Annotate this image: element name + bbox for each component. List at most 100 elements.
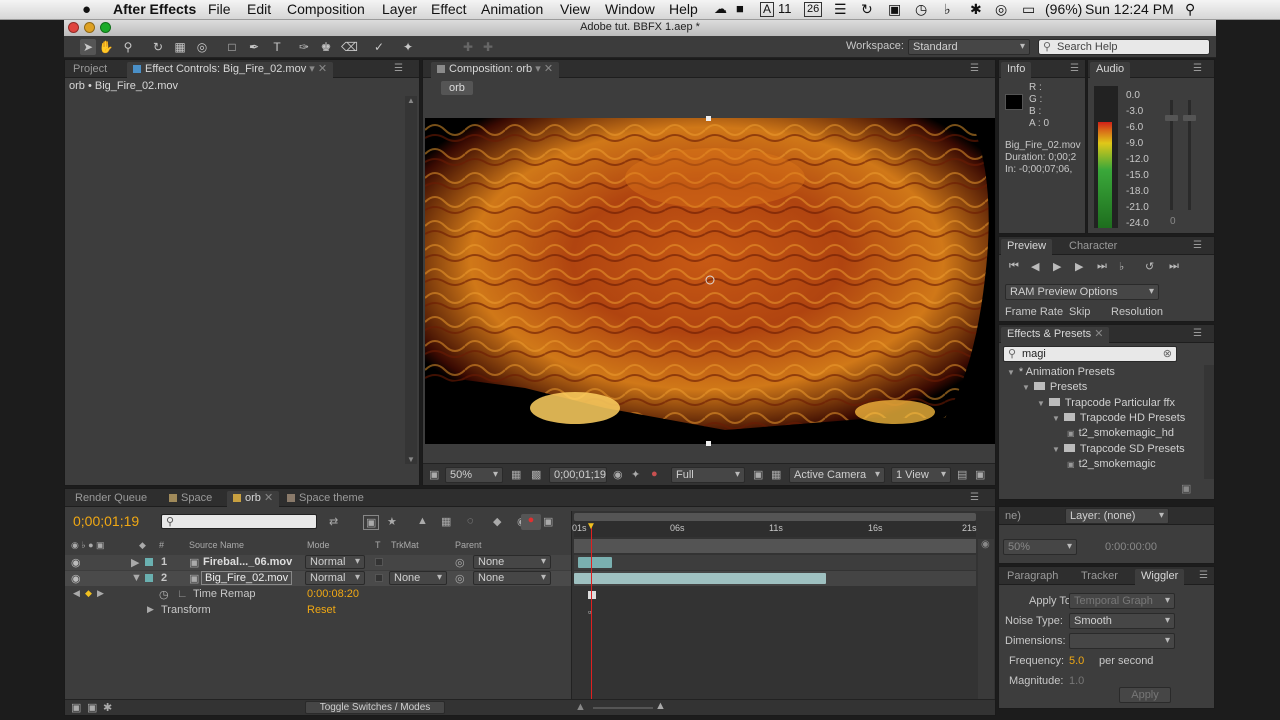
next-frame-icon[interactable]: ▶: [1075, 260, 1083, 273]
wifi-icon[interactable]: ◎: [995, 1, 1007, 18]
layer-name[interactable]: Big_Fire_02.mov: [201, 571, 293, 585]
user-icon[interactable]: ■: [736, 1, 744, 16]
roto-brush-tool-icon[interactable]: ✓: [371, 39, 387, 55]
calendar-badge[interactable]: 26: [804, 2, 823, 17]
keyframe-marker-icon[interactable]: ▫: [588, 607, 596, 617]
panel-menu-icon[interactable]: ☰: [394, 63, 403, 74]
panel-menu-icon[interactable]: ☰: [1193, 63, 1202, 74]
preset-file-icon[interactable]: ▣: [1067, 429, 1075, 438]
zoom-tool-icon[interactable]: ⚲: [120, 39, 136, 55]
layer-2-duration-bar[interactable]: [574, 573, 826, 584]
tab-wiggler[interactable]: Wiggler: [1135, 569, 1185, 585]
bottom-anchor-handle[interactable]: [706, 441, 711, 446]
status-icon[interactable]: ☁: [714, 1, 727, 17]
type-tool-icon[interactable]: T: [269, 39, 285, 55]
play-icon[interactable]: ▶: [1053, 260, 1061, 273]
preset-tree-item[interactable]: ▼ Trapcode Particular ffx: [1037, 396, 1175, 411]
prev-keyframe-icon[interactable]: ◀: [73, 588, 80, 599]
frequency-value[interactable]: 5.0: [1069, 655, 1084, 667]
last-frame-icon[interactable]: ⏭: [1097, 260, 1107, 273]
mask-visibility-icon[interactable]: ▩: [531, 468, 541, 481]
preset-tree-item[interactable]: ▣ t2_smokemagic_hd: [1067, 426, 1174, 441]
top-anchor-handle[interactable]: [706, 116, 711, 121]
timeline-current-time[interactable]: 0;00;01;19: [73, 513, 139, 529]
tab-space-theme[interactable]: Space theme: [281, 491, 370, 507]
minimize-icon[interactable]: [84, 22, 95, 33]
layer-magnification-dropdown[interactable]: 50%: [1003, 539, 1077, 555]
camera-tool-icon[interactable]: ▦: [172, 39, 188, 55]
composition-viewer[interactable]: [425, 118, 995, 444]
ram-preview-options-dropdown[interactable]: RAM Preview Options: [1005, 284, 1159, 300]
cti-head-icon[interactable]: ▼: [586, 521, 596, 532]
fast-previews-icon[interactable]: ▣: [975, 468, 985, 481]
apply-button[interactable]: Apply: [1119, 687, 1171, 703]
panel-menu-icon[interactable]: ☰: [970, 492, 979, 503]
camera-view-dropdown[interactable]: Active Camera: [789, 467, 885, 483]
layer-label-color[interactable]: [145, 558, 153, 566]
layer-mode-dropdown[interactable]: Normal: [305, 555, 365, 569]
tab-effects-presets[interactable]: Effects & Presets ✕: [1001, 327, 1110, 343]
brush-tool-icon[interactable]: ✑: [296, 39, 312, 55]
toggle-switches-modes-button[interactable]: Toggle Switches / Modes: [305, 701, 445, 714]
comp-navigator-tab[interactable]: orb: [441, 81, 473, 95]
region-of-interest-icon[interactable]: ▣: [753, 468, 763, 481]
frame-blending-icon[interactable]: ▦: [441, 515, 451, 528]
disclosure-triangle-icon[interactable]: ▼: [1037, 399, 1045, 408]
scroll-down-icon[interactable]: ▼: [405, 455, 417, 464]
presets-scrollbar[interactable]: [1204, 365, 1214, 479]
parent-dropdown[interactable]: None: [473, 555, 551, 569]
layer-1-duration-bar[interactable]: [578, 557, 612, 568]
menu-effect[interactable]: Effect: [431, 1, 467, 17]
zoom-out-icon[interactable]: ▲: [575, 701, 586, 713]
menu-composition[interactable]: Composition: [287, 1, 365, 17]
menu-file[interactable]: File: [208, 1, 231, 17]
live-update-icon[interactable]: ▣: [363, 515, 380, 530]
world-axis-icon[interactable]: ✚: [480, 39, 496, 55]
display-icon[interactable]: ▣: [888, 1, 901, 18]
menu-window[interactable]: Window: [605, 1, 655, 17]
visibility-eye-icon[interactable]: ◉: [71, 556, 81, 569]
preset-tree-item[interactable]: ▼ Presets: [1022, 380, 1087, 395]
workspace-dropdown[interactable]: Standard: [908, 39, 1030, 55]
parent-pick-whip-icon[interactable]: ◎: [455, 556, 465, 569]
first-frame-icon[interactable]: ⏮: [1009, 260, 1019, 273]
scroll-up-icon[interactable]: ▲: [405, 96, 417, 105]
motion-blur-icon[interactable]: ◌: [467, 515, 474, 527]
bluetooth-icon[interactable]: ✱: [970, 1, 982, 18]
always-preview-icon[interactable]: ▣: [429, 468, 439, 481]
tab-effect-controls[interactable]: Effect Controls: Big_Fire_02.mov ▾ ✕: [127, 62, 334, 78]
panel-menu-icon[interactable]: ☰: [1193, 328, 1202, 339]
tab-project[interactable]: Project: [67, 62, 113, 78]
disclosure-triangle-icon[interactable]: ▼: [1007, 368, 1015, 377]
disclosure-triangle-icon[interactable]: ▼: [1052, 445, 1060, 454]
layer-row[interactable]: ◉ ▶ 1 ▣ Firebal..._06.mov Normal ◎ None: [65, 555, 571, 570]
view-layout-dropdown[interactable]: 1 View: [891, 467, 951, 483]
battery-icon[interactable]: ▭: [1022, 1, 1035, 18]
collapse-layer-icon[interactable]: ▼: [131, 572, 142, 584]
adobe-badge-icon[interactable]: A: [760, 2, 775, 17]
apple-icon[interactable]: ●: [82, 1, 91, 18]
ram-preview-icon[interactable]: ⏭: [1169, 260, 1179, 273]
graph-editor-icon[interactable]: ▣: [543, 515, 553, 528]
tab-composition[interactable]: Composition: orb ▾ ✕: [431, 62, 560, 78]
work-area-bar[interactable]: [574, 513, 976, 521]
audio-slider-left-handle[interactable]: [1165, 115, 1178, 121]
magnification-dropdown[interactable]: 50%: [445, 467, 503, 483]
safe-zones-icon[interactable]: ▦: [511, 468, 521, 481]
preset-tree-item[interactable]: ▼ Trapcode HD Presets: [1052, 411, 1185, 426]
app-menu[interactable]: After Effects: [113, 1, 196, 17]
next-keyframe-icon[interactable]: ▶: [97, 588, 104, 599]
hand-tool-icon[interactable]: ✋: [98, 39, 114, 55]
channels-icon[interactable]: ●: [651, 468, 658, 480]
comp-mini-flowchart-icon[interactable]: ⇄: [329, 515, 338, 528]
time-machine-icon[interactable]: ◷: [915, 1, 927, 18]
tab-character[interactable]: Character: [1063, 239, 1123, 255]
menu-animation[interactable]: Animation: [481, 1, 543, 17]
search-help-input[interactable]: ⚲ Search Help: [1038, 39, 1210, 55]
draft-3d-icon[interactable]: ★: [387, 515, 397, 528]
timeline-search-input[interactable]: ⚲: [161, 514, 317, 529]
transform-reset-link[interactable]: Reset: [307, 604, 336, 616]
audio-slider-right-handle[interactable]: [1183, 115, 1196, 121]
preset-tree-item[interactable]: ▣ t2_smokemagic: [1067, 457, 1156, 472]
layer-panel-partial-tab[interactable]: ne): [999, 509, 1027, 525]
